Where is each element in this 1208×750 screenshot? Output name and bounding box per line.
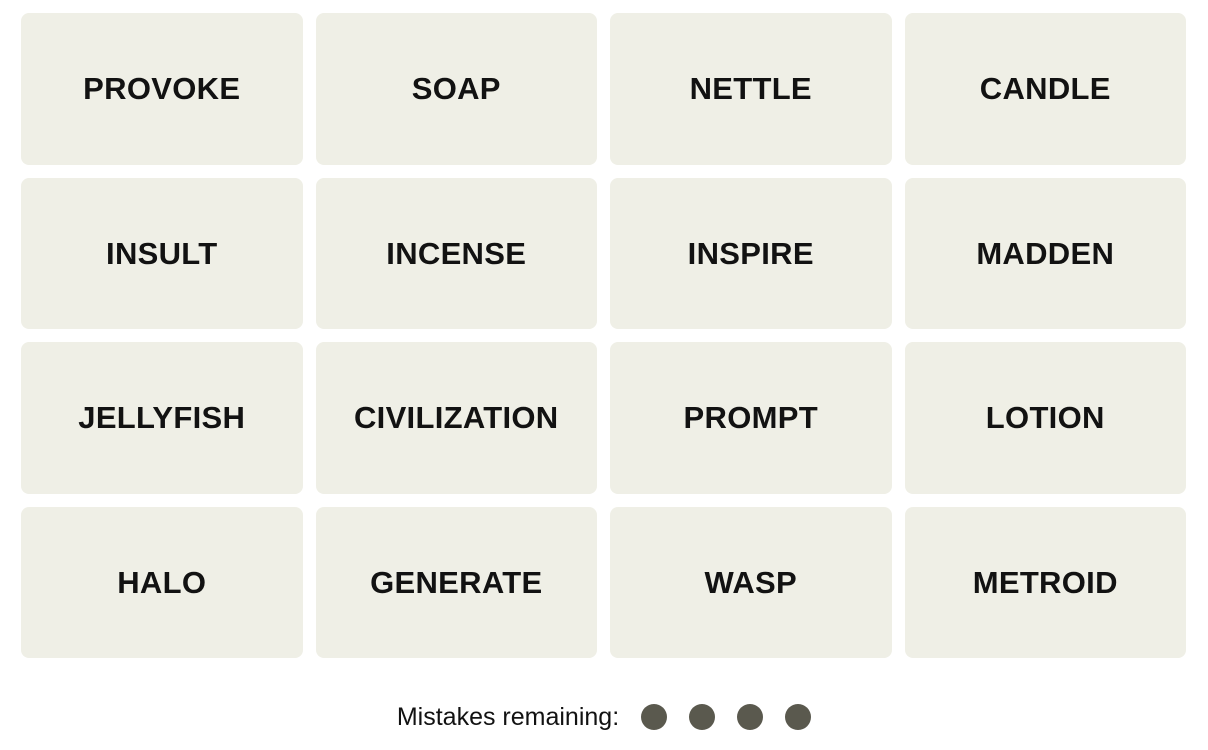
word-tile-label: PROVOKE — [83, 71, 241, 107]
word-tile-wasp[interactable]: WASP — [610, 506, 892, 658]
word-tile-label: NETTLE — [689, 71, 812, 107]
word-tile-label: JELLYFISH — [78, 400, 246, 436]
word-tile-label: LOTION — [985, 400, 1105, 436]
word-tile-label: INSULT — [106, 235, 218, 271]
word-tile-label: MADDEN — [976, 235, 1115, 271]
word-tile-generate[interactable]: GENERATE — [315, 506, 597, 658]
word-tile-label: HALO — [117, 564, 207, 600]
word-tile-label: CIVILIZATION — [353, 400, 559, 436]
mistake-dot-icon — [641, 704, 668, 730]
word-tile-candle[interactable]: CANDLE — [904, 13, 1186, 165]
word-tile-label: CANDLE — [979, 71, 1111, 107]
word-tile-label: INCENSE — [386, 235, 527, 271]
mistake-dot-icon — [737, 704, 764, 730]
word-tile-soap[interactable]: SOAP — [315, 13, 597, 165]
word-tile-incense[interactable]: INCENSE — [315, 177, 597, 329]
puzzle-grid: PROVOKE SOAP NETTLE CANDLE INSULT INCENS… — [21, 13, 1186, 658]
word-tile-insult[interactable]: INSULT — [21, 177, 303, 329]
word-tile-halo[interactable]: HALO — [21, 506, 303, 658]
word-tile-label: GENERATE — [370, 564, 543, 600]
mistake-dot-icon — [785, 704, 812, 730]
word-tile-inspire[interactable]: INSPIRE — [610, 177, 892, 329]
word-tile-label: PROMPT — [683, 400, 818, 436]
word-tile-metroid[interactable]: METROID — [904, 506, 1186, 658]
mistake-dot-icon — [689, 704, 716, 730]
word-tile-prompt[interactable]: PROMPT — [610, 342, 892, 494]
mistakes-remaining-bar: Mistakes remaining: — [0, 697, 1208, 737]
word-tile-civilization[interactable]: CIVILIZATION — [315, 342, 597, 494]
word-tile-label: INSPIRE — [687, 235, 814, 271]
word-tile-provoke[interactable]: PROVOKE — [21, 13, 303, 165]
word-tile-label: SOAP — [411, 71, 501, 107]
mistakes-remaining-label: Mistakes remaining: — [396, 702, 620, 731]
word-tile-label: WASP — [704, 564, 797, 600]
word-tile-lotion[interactable]: LOTION — [904, 342, 1186, 494]
word-tile-nettle[interactable]: NETTLE — [610, 13, 892, 165]
connections-game: PROVOKE SOAP NETTLE CANDLE INSULT INCENS… — [0, 0, 1208, 750]
mistakes-dot-group — [641, 704, 812, 730]
word-tile-jellyfish[interactable]: JELLYFISH — [21, 342, 303, 494]
word-tile-label: METROID — [972, 564, 1118, 600]
word-tile-madden[interactable]: MADDEN — [904, 177, 1186, 329]
